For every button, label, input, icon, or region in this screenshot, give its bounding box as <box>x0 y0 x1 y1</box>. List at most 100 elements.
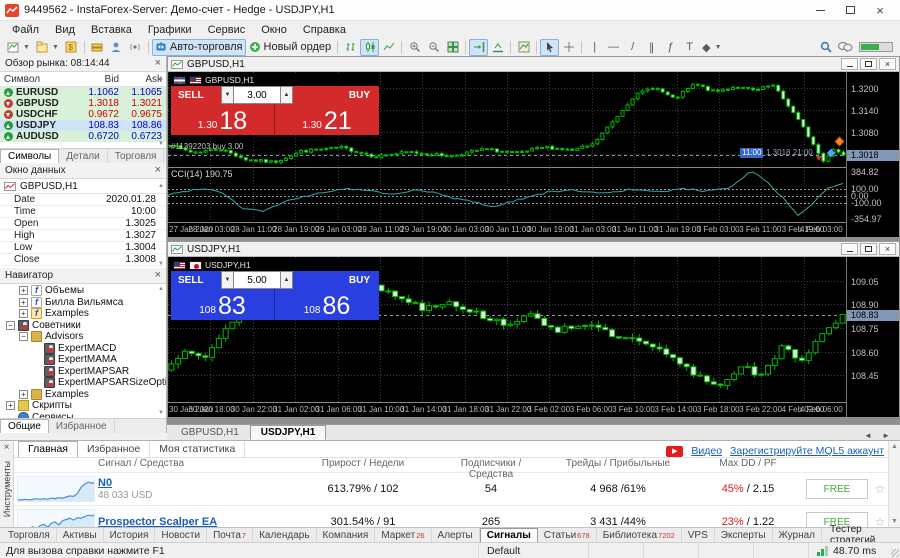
navigator-item-examples[interactable]: +Examples <box>0 389 166 401</box>
register-mql5-link[interactable]: Зарегистрируйте MQL5 аккаунт <box>730 445 884 457</box>
sell-price[interactable]: 1.3018 <box>171 104 275 135</box>
bottom-tab-новости[interactable]: Новости <box>155 528 207 542</box>
expand-icon[interactable]: + <box>19 309 28 318</box>
volume-input[interactable]: 5.00 <box>234 271 280 289</box>
column-header-символ[interactable]: Символ <box>0 74 80 85</box>
navigator-item-билла-вильямса[interactable]: +fБилла Вильямса <box>0 297 166 309</box>
bottom-tab-статьи[interactable]: Статьи678 <box>538 528 597 542</box>
crosshair-button[interactable] <box>559 39 578 56</box>
close-icon[interactable]: × <box>155 165 161 176</box>
bottom-tab-библиотека[interactable]: Библиотека7202 <box>597 528 682 542</box>
gbpusd-price-scale[interactable]: 1.32001.31401.30801.3018384.82100.000.00… <box>846 72 899 237</box>
free-button[interactable]: FREE <box>806 479 868 499</box>
symbol-row-usdchf[interactable]: USDCHF0.96720.9675 <box>0 109 166 120</box>
scroll-down-icon[interactable]: ▼ <box>158 261 164 267</box>
sell-price[interactable]: 10883 <box>171 289 275 320</box>
chart-tab-gbpusd-h1[interactable]: GBPUSD,H1 <box>170 425 250 440</box>
text-button[interactable]: T <box>680 39 699 56</box>
line-chart-button[interactable] <box>379 39 398 56</box>
navigator-item-скрипты[interactable]: +Скрипты <box>0 400 166 412</box>
autotrade-button[interactable]: Авто-торговля <box>152 39 246 56</box>
scroll-down-icon[interactable]: ▼ <box>158 410 164 416</box>
signal-name-link[interactable]: N0 <box>98 477 288 489</box>
history-center-button[interactable]: $ <box>62 39 81 56</box>
bottom-tab-журнал[interactable]: Журнал <box>773 528 823 542</box>
chart-close-button[interactable]: × <box>879 58 896 70</box>
broadcast-button[interactable] <box>126 39 145 56</box>
minimize-button[interactable] <box>805 0 835 20</box>
column-header-bid[interactable]: Bid <box>80 74 123 85</box>
bottom-tab-активы[interactable]: Активы <box>57 528 104 542</box>
scroll-up-icon[interactable]: ▲ <box>158 76 164 82</box>
expand-icon[interactable]: + <box>19 390 28 399</box>
bottom-tab-торговля[interactable]: Торговля <box>2 528 57 542</box>
community-button[interactable] <box>107 39 126 56</box>
menu-window[interactable]: Окно <box>253 23 295 37</box>
volume-dropdown-icon[interactable]: ▼ <box>221 86 234 104</box>
menu-help[interactable]: Справка <box>295 23 354 37</box>
chart-tab-usdjpy-h1[interactable]: USDJPY,H1 <box>250 425 326 440</box>
shapes-button[interactable]: ◆▼ <box>699 39 724 56</box>
symbol-row-gbpusd[interactable]: GBPUSD1.30181.3021 <box>0 98 166 109</box>
fibo-button[interactable]: ƒ <box>661 39 680 56</box>
shift-chart-button[interactable] <box>469 39 488 56</box>
gbpusd-time-axis[interactable]: 27 Jan 202028 Jan 03:0028 Jan 11:0028 Ja… <box>168 222 846 237</box>
new-chart-button[interactable]: ▼ <box>4 39 33 56</box>
close-button[interactable]: × <box>865 0 895 20</box>
chart-maximize-button[interactable] <box>860 58 877 70</box>
navigator-item-expertmama[interactable]: ExpertMAMA <box>0 354 166 366</box>
symbol-row-audusd[interactable]: AUDUSD0.67200.6723 <box>0 131 166 142</box>
chart-close-button[interactable]: × <box>879 243 896 255</box>
chart-maximize-button[interactable] <box>860 243 877 255</box>
navigator-item-expertmapsar[interactable]: ExpertMAPSAR <box>0 366 166 378</box>
toolbox-tab-избранное[interactable]: Избранное <box>78 442 150 457</box>
menu-insert[interactable]: Вставка <box>83 23 140 37</box>
favorite-star-icon[interactable]: ☆ <box>870 482 890 496</box>
candles-button[interactable] <box>360 39 379 56</box>
bottom-tab-почта[interactable]: Почта7 <box>207 528 253 542</box>
navigator-item-объемы[interactable]: +fОбъемы <box>0 285 166 297</box>
close-icon[interactable]: × <box>155 270 161 281</box>
chart-minimize-button[interactable] <box>841 58 858 70</box>
navigator-item-сервисы[interactable]: Сервисы <box>0 412 166 419</box>
scroll-up-icon[interactable]: ▲ <box>158 286 164 292</box>
strategy-tester-tab[interactable]: Тестер стратегий <box>822 528 898 542</box>
video-link[interactable]: Видео <box>691 445 722 457</box>
hline-button[interactable]: — <box>604 39 623 56</box>
connection-latency[interactable]: 48.70 ms <box>808 543 900 558</box>
navigator-item-советники[interactable]: −Советники <box>0 320 166 332</box>
menu-view[interactable]: Вид <box>47 23 83 37</box>
toolbox-tab-моя-статистика[interactable]: Моя статистика <box>150 442 245 457</box>
bottom-tab-сигналы[interactable]: Сигналы <box>480 528 538 542</box>
vline-button[interactable]: | <box>585 39 604 56</box>
navigator-item-advisors[interactable]: −Advisors <box>0 331 166 343</box>
chart-minimize-button[interactable] <box>841 243 858 255</box>
expand-icon[interactable]: + <box>19 298 28 307</box>
templates-button[interactable] <box>514 39 533 56</box>
navigator-item-examples[interactable]: +fExamples <box>0 308 166 320</box>
market-watch-tab-символы[interactable]: Символы <box>0 149 59 163</box>
close-icon[interactable]: × <box>4 443 10 453</box>
usdjpy-time-axis[interactable]: 30 Jan 202030 Jan 18:0030 Jan 22:0031 Ja… <box>168 402 846 417</box>
chat-icon[interactable] <box>838 41 853 53</box>
zoom-in-button[interactable] <box>405 39 424 56</box>
market-watch-tab-детали[interactable]: Детали <box>59 149 107 163</box>
market-watch-tab-торговля[interactable]: Торговля <box>108 149 165 163</box>
payments-button[interactable] <box>88 39 107 56</box>
volume-input[interactable]: 3.00 <box>234 86 280 104</box>
sell-button[interactable]: SELL <box>171 86 221 104</box>
new-order-button[interactable]: Новый ордер <box>246 39 335 56</box>
signal-name-link[interactable]: Prospector Scalper EA <box>98 516 288 527</box>
volume-up-icon[interactable]: ▲ <box>280 86 293 104</box>
collapse-icon[interactable]: − <box>19 332 28 341</box>
profiles-button[interactable]: ▼ <box>33 39 62 56</box>
toolbox-tab-главная[interactable]: Главная <box>18 441 78 457</box>
menu-file[interactable]: Файл <box>4 23 47 37</box>
cursor-button[interactable] <box>540 39 559 56</box>
bars-button[interactable] <box>341 39 360 56</box>
volume-dropdown-icon[interactable]: ▼ <box>221 271 234 289</box>
sell-button[interactable]: SELL <box>171 271 221 289</box>
expand-icon[interactable]: + <box>19 286 28 295</box>
navigator-item-expertmacd[interactable]: ExpertMACD <box>0 343 166 355</box>
channel-button[interactable]: ∥ <box>642 39 661 56</box>
